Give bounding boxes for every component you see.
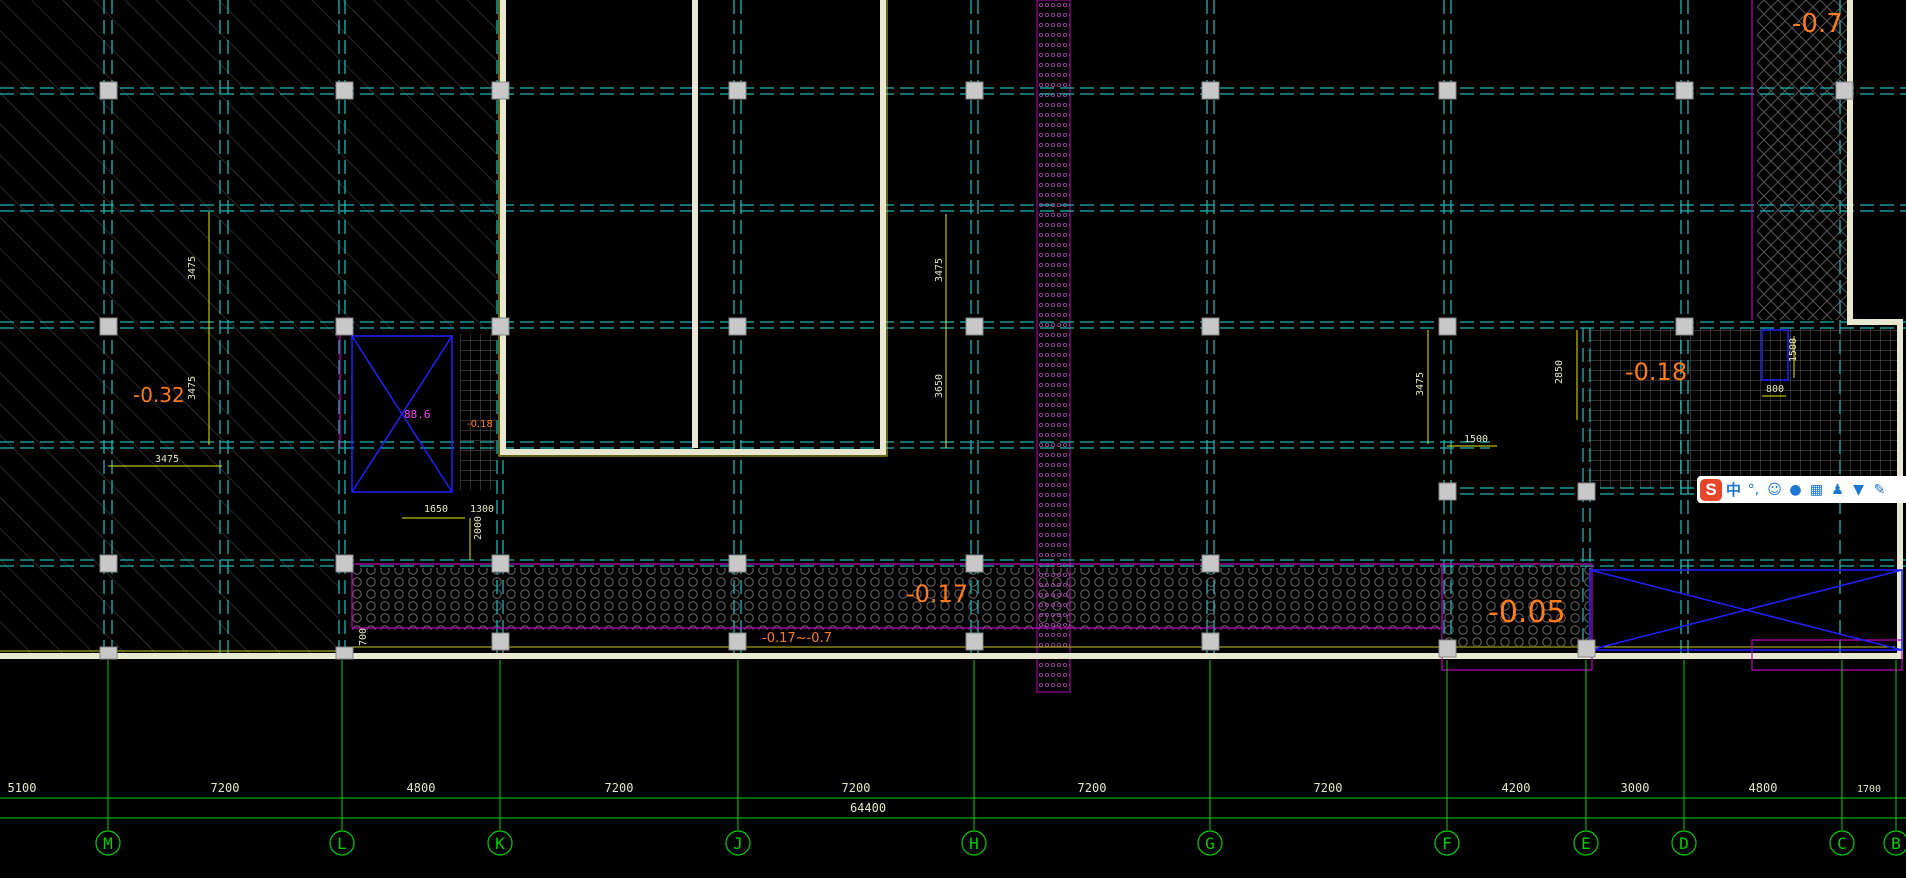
axis-extension-lines xyxy=(0,660,1906,830)
dim-1300: 1300 xyxy=(470,504,494,515)
dim-700: 700 xyxy=(358,628,369,646)
shaft-label: 88.6 xyxy=(404,408,431,421)
skin-icon[interactable]: ▼ xyxy=(1850,482,1867,498)
dim-3475-v-bottom: 3475 xyxy=(187,376,198,400)
dim-3475-mid: 3475 xyxy=(934,258,945,282)
elevation-bottom-band: -0.17 xyxy=(906,580,968,608)
dim-3475-right: 3475 xyxy=(1415,372,1426,396)
user-icon[interactable]: ♟ xyxy=(1829,482,1846,498)
axis-bubbles xyxy=(95,830,1906,856)
axis-label-F: F xyxy=(1442,834,1452,853)
span-7200-a: 7200 xyxy=(211,781,240,795)
ime-mode-toggle[interactable]: 中 xyxy=(1726,479,1741,500)
settings-icon[interactable]: ✎ xyxy=(1871,482,1888,498)
axis-label-E: E xyxy=(1581,834,1591,853)
hatch-zone-left-2 xyxy=(340,0,497,330)
ime-toolbar[interactable]: S 中 °, ☺ ● ▦ ♟ ▼ ✎ xyxy=(1697,476,1906,503)
dim-2000: 2000 xyxy=(473,516,484,540)
shaft-dots-strip xyxy=(1036,0,1071,693)
dim-1650: 1650 xyxy=(424,504,448,515)
dim-3650-mid: 3650 xyxy=(934,374,945,398)
emoji-icon[interactable]: ☺ xyxy=(1766,482,1783,498)
span-1700: 1700 xyxy=(1857,784,1881,795)
axis-label-B: B xyxy=(1891,834,1901,853)
punctuation-toggle[interactable]: °, xyxy=(1745,482,1762,498)
cad-drawing-canvas[interactable]: 88.6 3475 3475 3475 1650 1300 2000 3475 xyxy=(0,0,1906,878)
span-7200-e: 7200 xyxy=(1314,781,1343,795)
dim-1500b: 1500 xyxy=(1788,338,1799,362)
axis-label-M: M xyxy=(103,834,113,853)
axis-label-K: K xyxy=(495,834,505,853)
axis-label-L: L xyxy=(337,834,347,853)
elevation-top-right: -0.7 xyxy=(1792,9,1843,39)
axis-label-G: G xyxy=(1205,834,1215,853)
span-total: 64400 xyxy=(850,801,886,815)
dim-3475-h: 3475 xyxy=(155,454,179,465)
crosshatch-top-right xyxy=(1757,0,1847,320)
span-4800-a: 4800 xyxy=(407,781,436,795)
axis-label-D: D xyxy=(1679,834,1689,853)
span-7200-b: 7200 xyxy=(605,781,634,795)
span-4800-b: 4800 xyxy=(1749,781,1778,795)
span-7200-c: 7200 xyxy=(842,781,871,795)
dim-800: 800 xyxy=(1766,384,1784,395)
circle-band xyxy=(350,568,1440,630)
elevation-right-grid: -0.18 xyxy=(1625,358,1687,386)
microphone-icon[interactable]: ● xyxy=(1787,482,1804,498)
elevation-right-box: -0.05 xyxy=(1488,595,1566,630)
axis-label-H: H xyxy=(969,834,979,853)
elevation-left: -0.32 xyxy=(133,383,185,407)
grid-zone-right xyxy=(1587,328,1899,488)
axis-label-J: J xyxy=(733,834,743,853)
elevation-pit-small: -0.18 xyxy=(467,419,493,430)
span-3000: 3000 xyxy=(1621,781,1650,795)
span-4200: 4200 xyxy=(1502,781,1531,795)
elevation-bottom-range: -0.17~-0.7 xyxy=(762,631,832,646)
elevator-shaft xyxy=(351,335,453,493)
axis-labels: M L K J H G F E D C B xyxy=(103,834,1901,853)
dim-3475-v-top: 3475 xyxy=(187,256,198,280)
dim-2850: 2850 xyxy=(1554,360,1565,384)
sogou-logo-icon[interactable]: S xyxy=(1700,478,1722,501)
span-5100: 5100 xyxy=(8,781,37,795)
keyboard-icon[interactable]: ▦ xyxy=(1808,482,1825,498)
span-7200-d: 7200 xyxy=(1078,781,1107,795)
grid-zone-small xyxy=(460,334,496,490)
dim-1500: 1500 xyxy=(1464,434,1488,445)
axis-label-C: C xyxy=(1837,834,1847,853)
